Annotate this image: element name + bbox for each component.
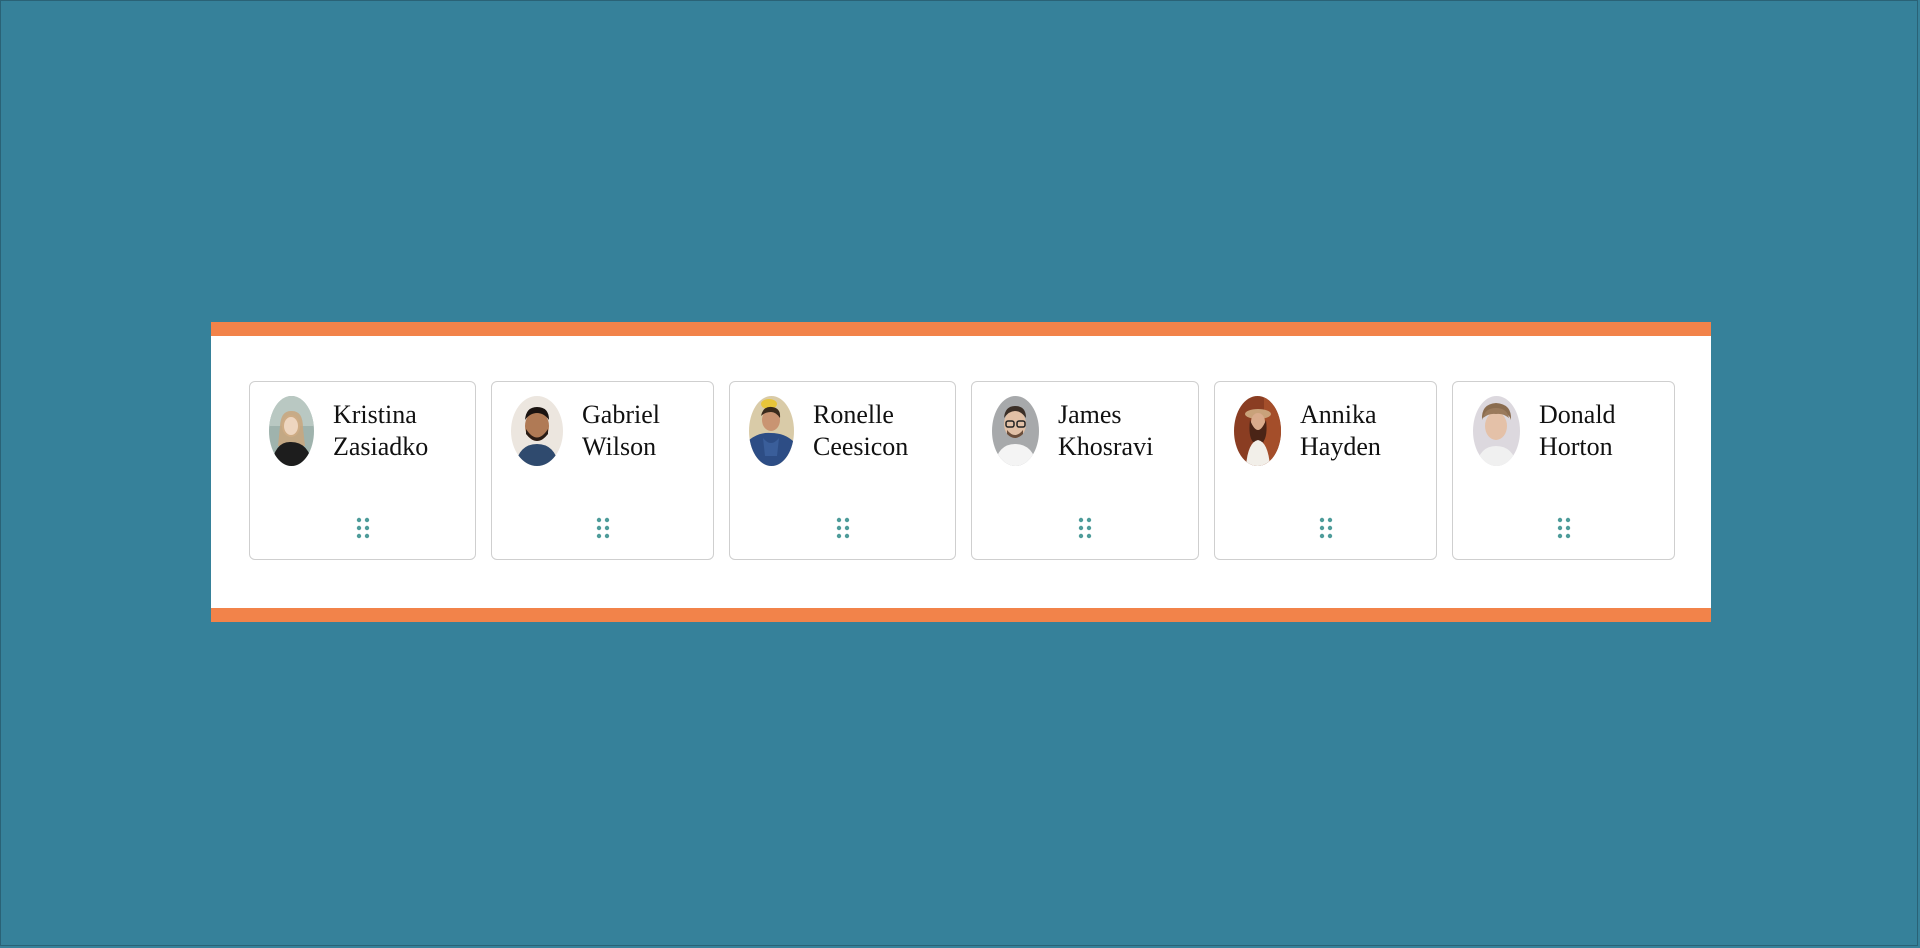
person-card-annika-hayden[interactable]: Annika Hayden xyxy=(1214,381,1437,560)
avatar xyxy=(749,396,794,466)
person-card-ronelle-ceesicon[interactable]: Ronelle Ceesicon xyxy=(729,381,956,560)
last-name: Zasiadko xyxy=(333,432,429,461)
first-name: Gabriel xyxy=(582,400,660,429)
avatar xyxy=(992,396,1039,466)
grip-dots-icon[interactable] xyxy=(356,517,370,539)
grip-dots-icon[interactable] xyxy=(1319,517,1333,539)
person-card-donald-horton[interactable]: Donald Horton xyxy=(1452,381,1675,560)
last-name: Wilson xyxy=(582,432,657,461)
first-name: Kristina xyxy=(333,400,417,429)
last-name: Khosravi xyxy=(1058,432,1154,461)
sortable-list-panel: Kristina Zasiadko Gabriel Wilson Ronelle… xyxy=(211,322,1711,622)
first-name: Annika xyxy=(1300,400,1377,429)
last-name: Hayden xyxy=(1300,432,1381,461)
first-name: Ronelle xyxy=(813,400,894,429)
last-name: Horton xyxy=(1539,432,1613,461)
grip-dots-icon[interactable] xyxy=(836,517,850,539)
avatar xyxy=(511,396,563,466)
person-card-gabriel-wilson[interactable]: Gabriel Wilson xyxy=(491,381,714,560)
grip-dots-icon[interactable] xyxy=(596,517,610,539)
first-name: Donald xyxy=(1539,400,1616,429)
person-card-kristina-zasiadko[interactable]: Kristina Zasiadko xyxy=(249,381,476,560)
grip-dots-icon[interactable] xyxy=(1557,517,1571,539)
last-name: Ceesicon xyxy=(813,432,909,461)
avatar xyxy=(1473,396,1520,466)
person-card-james-khosravi[interactable]: James Khosravi xyxy=(971,381,1199,560)
card-row: Kristina Zasiadko Gabriel Wilson Ronelle… xyxy=(249,381,1675,560)
avatar xyxy=(269,396,314,466)
grip-dots-icon[interactable] xyxy=(1078,517,1092,539)
first-name: James xyxy=(1058,400,1122,429)
avatar xyxy=(1234,396,1281,466)
